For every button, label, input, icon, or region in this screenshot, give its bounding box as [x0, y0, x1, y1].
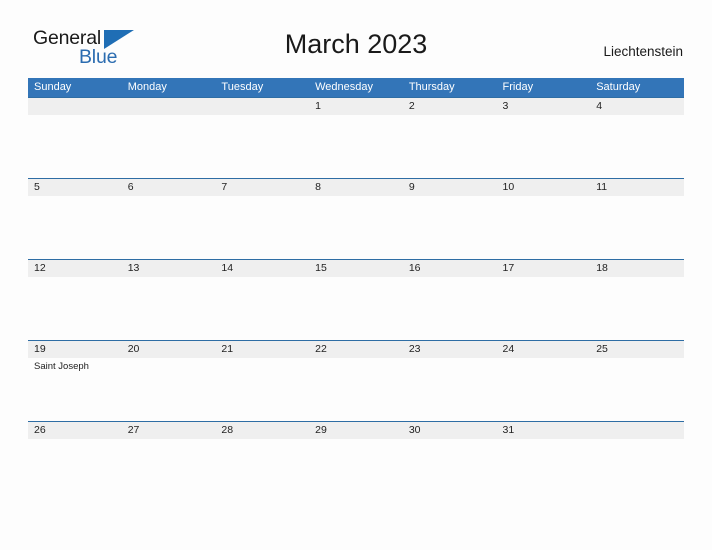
day-events[interactable]	[497, 196, 591, 259]
day-events[interactable]	[497, 439, 591, 502]
calendar-grid: Sunday Monday Tuesday Wednesday Thursday…	[28, 78, 684, 502]
day-number[interactable]: 13	[122, 260, 216, 277]
week-row: 5 6 7 8 9 10 11	[28, 178, 684, 259]
day-number[interactable]	[215, 98, 309, 115]
day-number[interactable]: 31	[497, 422, 591, 439]
day-events[interactable]	[309, 358, 403, 421]
day-events[interactable]	[309, 439, 403, 502]
day-number[interactable]: 11	[590, 179, 684, 196]
day-number[interactable]: 24	[497, 341, 591, 358]
day-number[interactable]: 27	[122, 422, 216, 439]
weekday-header-friday: Friday	[502, 81, 534, 93]
day-events[interactable]	[28, 115, 122, 178]
day-number-band: 5 6 7 8 9 10 11	[28, 179, 684, 196]
week-row: 12 13 14 15 16 17 18	[28, 259, 684, 340]
day-number[interactable]: 2	[403, 98, 497, 115]
day-number[interactable]: 18	[590, 260, 684, 277]
day-number[interactable]: 15	[309, 260, 403, 277]
weekday-header-wednesday: Wednesday	[315, 81, 373, 93]
day-events[interactable]	[215, 277, 309, 340]
day-events[interactable]	[590, 115, 684, 178]
day-number[interactable]: 6	[122, 179, 216, 196]
day-number[interactable]: 10	[497, 179, 591, 196]
day-events[interactable]	[122, 439, 216, 502]
day-events[interactable]	[590, 196, 684, 259]
day-events[interactable]	[309, 277, 403, 340]
day-number[interactable]: 21	[215, 341, 309, 358]
day-number[interactable]: 5	[28, 179, 122, 196]
day-events[interactable]	[590, 277, 684, 340]
day-number[interactable]: 19	[28, 341, 122, 358]
day-number[interactable]: 26	[28, 422, 122, 439]
day-events[interactable]	[403, 358, 497, 421]
day-number[interactable]: 8	[309, 179, 403, 196]
day-number[interactable]	[122, 98, 216, 115]
day-events[interactable]	[215, 196, 309, 259]
day-events[interactable]	[215, 115, 309, 178]
day-events[interactable]	[403, 196, 497, 259]
day-number[interactable]: 12	[28, 260, 122, 277]
day-number[interactable]: 23	[403, 341, 497, 358]
week-row: 1 2 3 4	[28, 97, 684, 178]
day-number[interactable]: 29	[309, 422, 403, 439]
day-number[interactable]: 16	[403, 260, 497, 277]
weekday-header-row: Sunday Monday Tuesday Wednesday Thursday…	[28, 78, 684, 97]
weekday-header-tuesday: Tuesday	[221, 81, 264, 93]
events-band	[28, 115, 684, 178]
day-events[interactable]	[309, 196, 403, 259]
events-band	[28, 196, 684, 259]
calendar-page: General Blue March 2023 Liechtenstein Su…	[0, 0, 712, 550]
day-events[interactable]	[28, 439, 122, 502]
day-number[interactable]	[28, 98, 122, 115]
events-band: Saint Joseph	[28, 358, 684, 421]
day-events[interactable]	[497, 277, 591, 340]
day-number[interactable]: 20	[122, 341, 216, 358]
events-band	[28, 277, 684, 340]
day-events[interactable]	[403, 439, 497, 502]
weekday-header-thursday: Thursday	[408, 81, 455, 93]
day-number[interactable]: 1	[309, 98, 403, 115]
day-events[interactable]	[215, 439, 309, 502]
day-number[interactable]: 14	[215, 260, 309, 277]
weekday-header-sunday: Sunday	[34, 81, 72, 93]
day-events[interactable]	[590, 358, 684, 421]
events-band	[28, 439, 684, 502]
day-number[interactable]: 3	[497, 98, 591, 115]
day-events[interactable]	[122, 196, 216, 259]
day-number[interactable]: 28	[215, 422, 309, 439]
day-events[interactable]: Saint Joseph	[28, 358, 122, 421]
weekday-header-saturday: Saturday	[596, 81, 641, 93]
day-number-band: 26 27 28 29 30 31	[28, 422, 684, 439]
day-events[interactable]	[403, 115, 497, 178]
day-number[interactable]: 25	[590, 341, 684, 358]
day-events[interactable]	[497, 358, 591, 421]
day-number[interactable]: 7	[215, 179, 309, 196]
event-label: Saint Joseph	[34, 361, 89, 372]
region-label: Liechtenstein	[603, 44, 683, 59]
day-number[interactable]: 22	[309, 341, 403, 358]
day-events[interactable]	[309, 115, 403, 178]
day-events[interactable]	[403, 277, 497, 340]
weekday-header-monday: Monday	[127, 81, 167, 93]
day-number[interactable]: 4	[590, 98, 684, 115]
day-events[interactable]	[215, 358, 309, 421]
day-events[interactable]	[122, 277, 216, 340]
page-header: General Blue March 2023 Liechtenstein	[0, 0, 712, 76]
week-row: 19 20 21 22 23 24 25 Saint Joseph	[28, 340, 684, 421]
day-events[interactable]	[28, 277, 122, 340]
day-number[interactable]: 30	[403, 422, 497, 439]
day-events[interactable]	[497, 115, 591, 178]
day-number[interactable]: 9	[403, 179, 497, 196]
day-number[interactable]	[590, 422, 684, 439]
day-number-band: 12 13 14 15 16 17 18	[28, 260, 684, 277]
day-number-band: 19 20 21 22 23 24 25	[28, 341, 684, 358]
day-number[interactable]: 17	[497, 260, 591, 277]
day-events[interactable]	[590, 439, 684, 502]
day-events[interactable]	[122, 358, 216, 421]
day-number-band: 1 2 3 4	[28, 98, 684, 115]
week-row: 26 27 28 29 30 31	[28, 421, 684, 502]
day-events[interactable]	[122, 115, 216, 178]
day-events[interactable]	[28, 196, 122, 259]
